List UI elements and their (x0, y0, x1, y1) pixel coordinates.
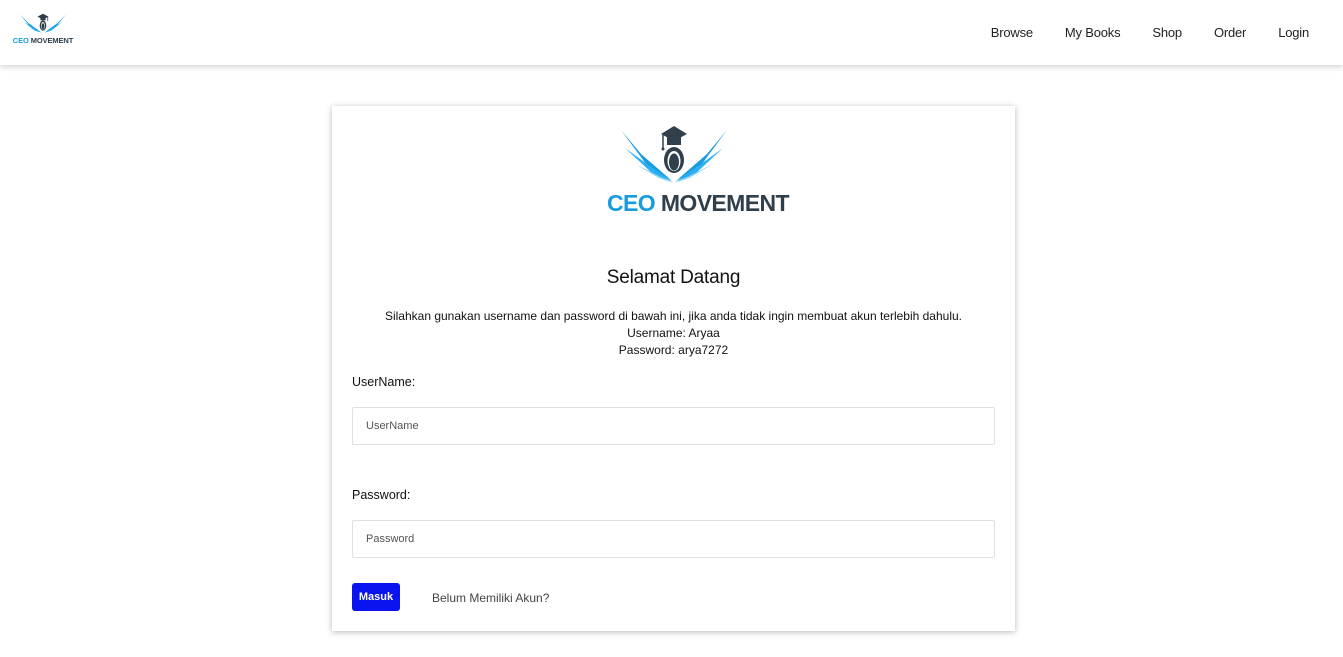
card-brand-name-part2: MOVEMENT (660, 190, 790, 216)
brand-logo[interactable]: CEO MOVEMENT (10, 13, 76, 47)
logo-graduate-icon (19, 13, 67, 33)
info-instructions: Silahkan gunakan username dan password d… (384, 309, 963, 323)
nav-browse[interactable]: Browse (991, 25, 1033, 40)
card-brand-name-part1: CEO (607, 190, 656, 216)
card-brand-name: CEO MOVEMENT (607, 190, 790, 217)
password-label: Password: (352, 488, 411, 502)
nav-menu: Browse My Books Shop Order Login (959, 0, 1309, 65)
login-submit-button[interactable]: Masuk (352, 583, 400, 611)
nav-order[interactable]: Order (1214, 25, 1246, 40)
register-link[interactable]: Belum Memiliki Akun? (432, 591, 549, 605)
welcome-title: Selamat Datang (606, 267, 741, 288)
brand-name-part1: CEO (12, 36, 29, 45)
info-username: Username: Aryaa (627, 326, 720, 340)
top-navbar: CEO MOVEMENT Browse My Books Shop Order … (0, 0, 1343, 65)
nav-my-books[interactable]: My Books (1065, 25, 1121, 40)
card-brand-logo: CEO MOVEMENT (607, 124, 790, 220)
info-password: Password: arya7272 (618, 343, 729, 357)
brand-name: CEO MOVEMENT (10, 36, 76, 45)
password-input[interactable] (352, 520, 995, 558)
nav-shop[interactable]: Shop (1152, 25, 1182, 40)
logo-graduate-icon (621, 126, 727, 183)
username-input[interactable] (352, 407, 995, 445)
nav-login[interactable]: Login (1278, 25, 1309, 40)
username-label: UserName: (352, 375, 416, 389)
login-info: Silahkan gunakan username dan password d… (332, 308, 1015, 359)
login-card: CEO MOVEMENT Selamat Datang Silahkan gun… (332, 106, 1015, 631)
brand-name-part2: MOVEMENT (30, 36, 74, 45)
